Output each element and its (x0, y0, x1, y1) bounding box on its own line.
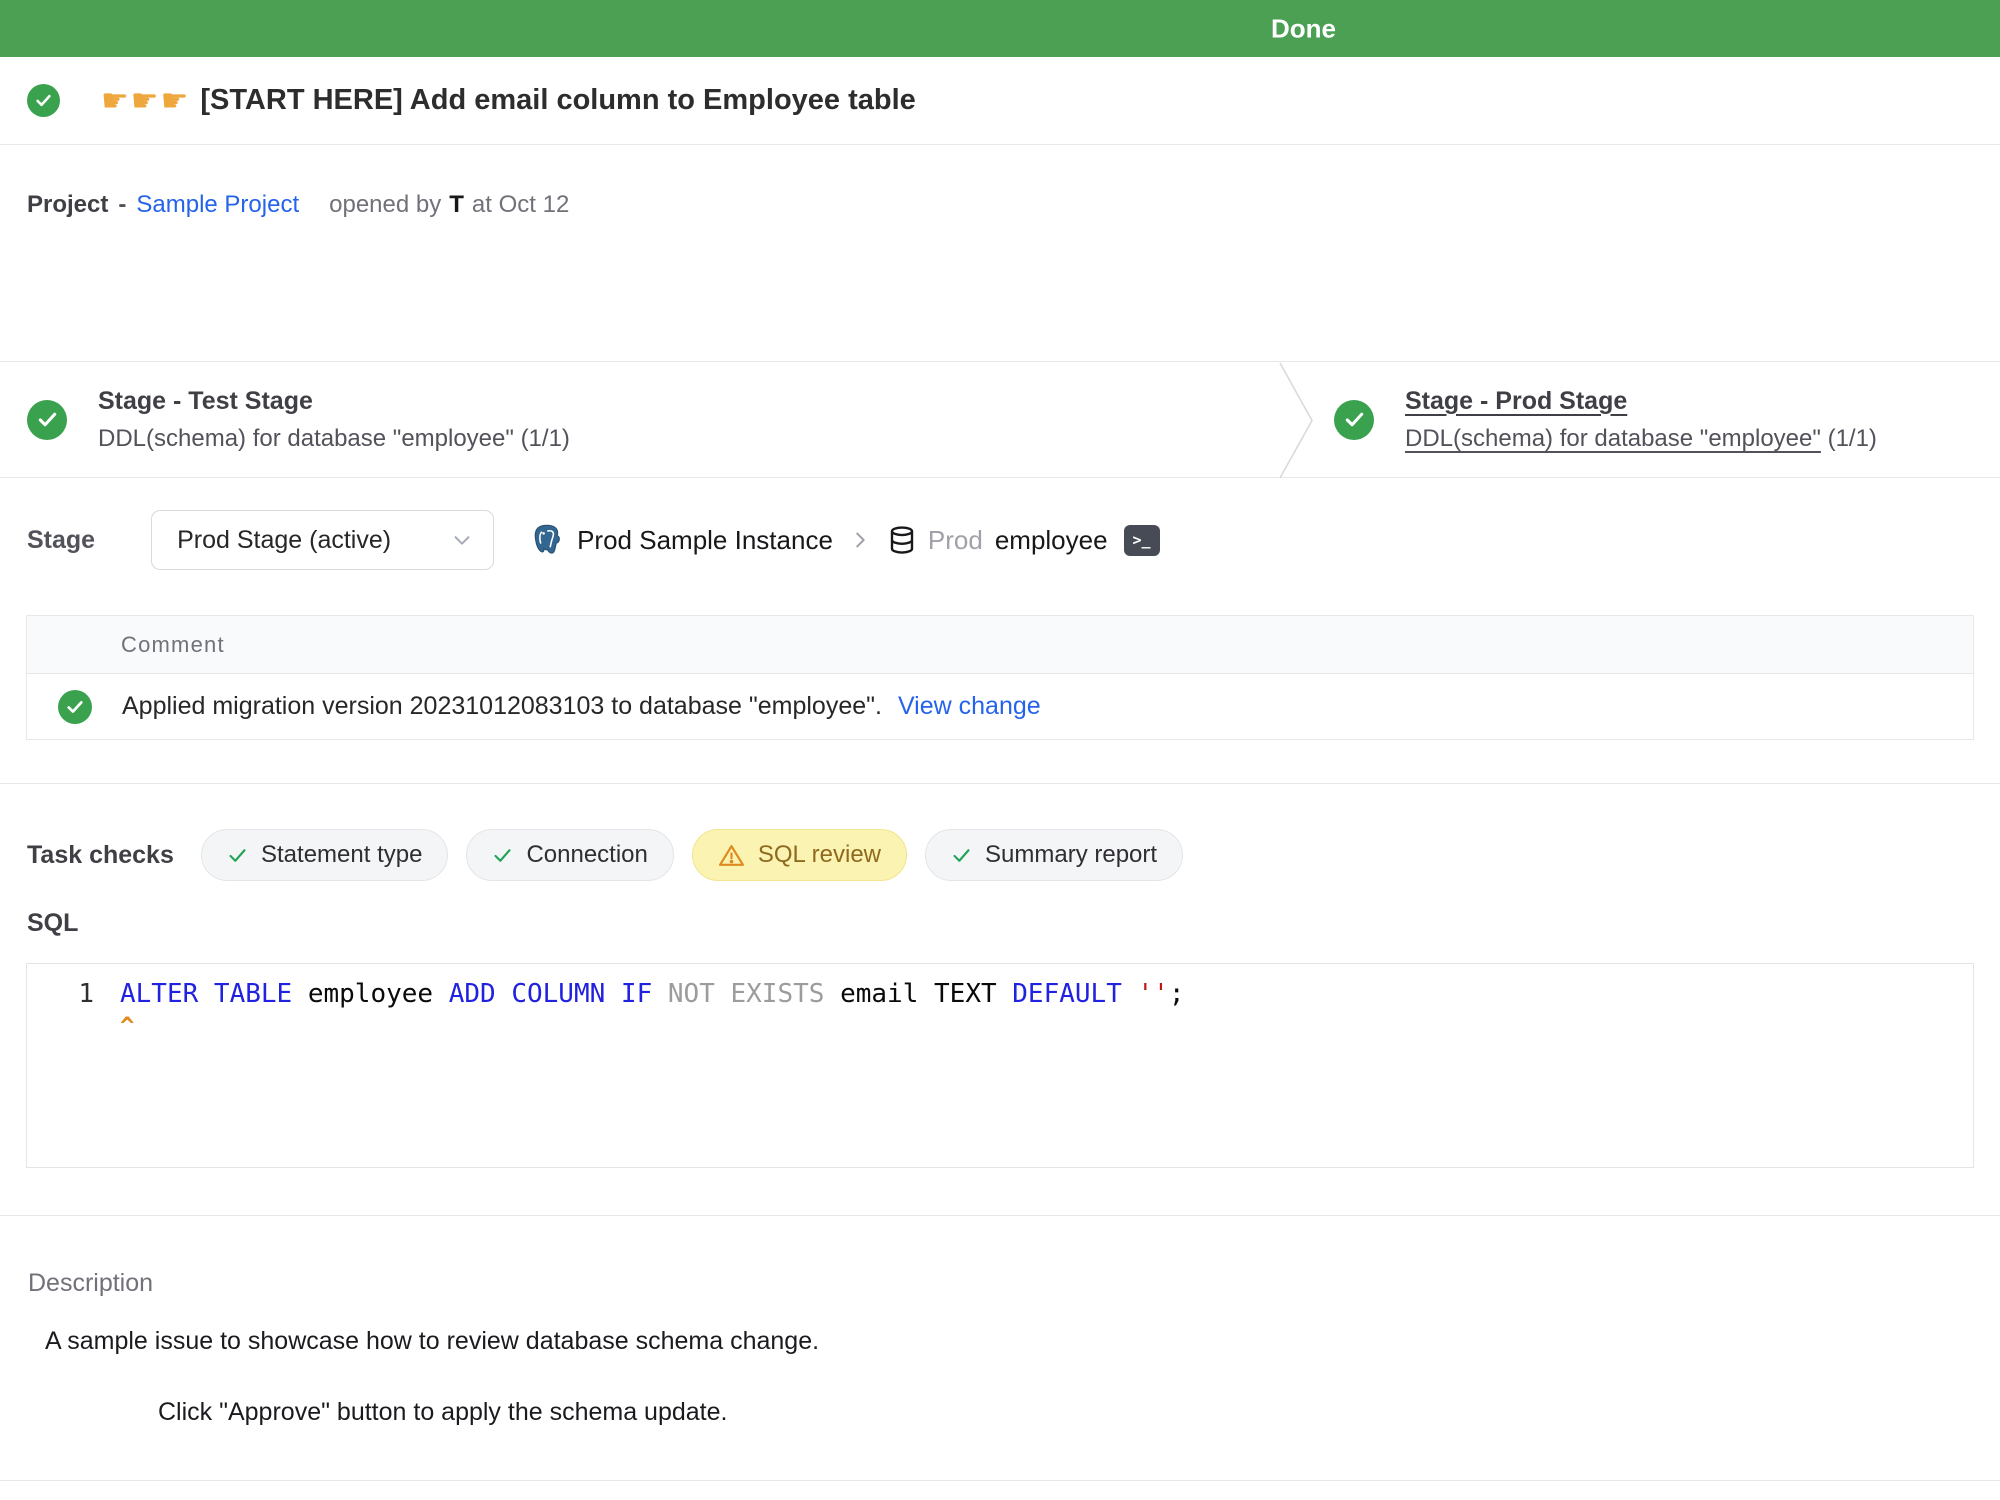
issue-meta-row: Project - Sample Project opened by T at … (27, 191, 569, 219)
check-statement-type[interactable]: Statement type (201, 829, 448, 881)
sql-token: '' (1138, 979, 1169, 1009)
sql-token (652, 979, 668, 1009)
stage-select-value: Prod Stage (active) (177, 526, 451, 555)
line-number: 1 (27, 979, 120, 1009)
chevron-right-icon (849, 529, 871, 551)
stage-test-title: Stage - Test Stage (98, 387, 570, 416)
postgresql-icon (530, 523, 564, 557)
section-divider (0, 1480, 2000, 1481)
stage-select-label: Stage (27, 526, 95, 555)
sql-editor[interactable]: 1 ALTER TABLE employee ADD COLUMN IF NOT… (26, 963, 1974, 1168)
opened-by-label: opened by (329, 191, 441, 219)
task-checks-label: Task checks (27, 841, 201, 870)
issue-header: ☛☛☛ [START HERE] Add email column to Emp… (0, 57, 2000, 145)
check-success-icon (492, 845, 513, 866)
comment-row: Applied migration version 20231012083103… (27, 674, 1973, 740)
view-change-link[interactable]: View change (898, 692, 1041, 721)
stage-prod-done-icon (1334, 400, 1374, 440)
sql-token: email TEXT (824, 979, 1012, 1009)
section-divider (0, 783, 2000, 784)
check-connection[interactable]: Connection (466, 829, 673, 881)
check-label: SQL review (758, 841, 881, 869)
check-summary-report[interactable]: Summary report (925, 829, 1183, 881)
sql-token: employee (292, 979, 449, 1009)
sql-section-label: SQL (27, 909, 78, 938)
stage-prod[interactable]: Stage - Prod Stage DDL(schema) for datab… (1334, 362, 1877, 477)
database-icon (887, 525, 917, 555)
issue-creator: T (449, 191, 464, 219)
stage-prod-title-link[interactable]: Stage - Prod Stage (1405, 387, 1877, 416)
issue-done-icon (27, 84, 60, 117)
description-label: Description (28, 1269, 153, 1298)
database-environment: Prod (928, 525, 983, 556)
stage-selector-row: Stage Prod Stage (active) Prod Sample In… (27, 505, 1160, 575)
sql-code-line: 1 ALTER TABLE employee ADD COLUMN IF NOT… (27, 979, 1184, 1009)
sql-token: DEFAULT (1012, 979, 1122, 1009)
sql-token (1122, 979, 1138, 1009)
section-divider (0, 1215, 2000, 1216)
sql-warning-marker: ^ (120, 1012, 134, 1040)
pointing-finger-emoji: ☛☛☛ (101, 83, 190, 119)
comment-text: Applied migration version 20231012083103… (122, 692, 882, 721)
stage-test-done-icon (27, 400, 67, 440)
stage-test[interactable]: Stage - Test Stage DDL(schema) for datab… (27, 362, 570, 477)
database-name[interactable]: employee (995, 525, 1108, 556)
sql-editor-icon[interactable]: >_ (1124, 525, 1160, 556)
issue-title: [START HERE] Add email column to Employe… (200, 84, 915, 117)
project-label: Project (27, 191, 108, 219)
issue-detail-page: Done ☛☛☛ [START HERE] Add email column t… (0, 0, 2000, 1500)
stage-test-subtitle: DDL(schema) for database "employee" (1/1… (98, 425, 570, 453)
comment-table-header: Comment (27, 616, 1973, 674)
sql-token: ADD COLUMN IF (449, 979, 653, 1009)
instance-name[interactable]: Prod Sample Instance (577, 525, 833, 556)
check-label: Connection (526, 841, 647, 869)
check-success-icon (227, 845, 248, 866)
stage-pipeline: Stage - Test Stage DDL(schema) for datab… (0, 361, 2000, 478)
check-label: Statement type (261, 841, 422, 869)
stage-prod-task-link[interactable]: DDL(schema) for database "employee" (1405, 425, 1821, 452)
opened-at-label: at Oct 12 (472, 191, 569, 219)
sql-token: ALTER TABLE (120, 979, 292, 1009)
description-line: A sample issue to showcase how to review… (45, 1327, 819, 1356)
check-label: Summary report (985, 841, 1157, 869)
stage-prod-task-count: (1/1) (1821, 425, 1877, 452)
sql-token: NOT EXISTS (668, 979, 825, 1009)
chevron-down-icon (451, 529, 473, 551)
check-sql-review[interactable]: SQL review (692, 829, 907, 881)
stage-separator-chevron (1278, 362, 1318, 479)
comment-success-icon (58, 690, 92, 724)
warning-triangle-icon (718, 843, 745, 868)
status-banner: Done (0, 0, 2000, 57)
sql-token: ; (1169, 979, 1185, 1009)
project-dash: - (118, 191, 126, 219)
check-success-icon (951, 845, 972, 866)
stage-select-dropdown[interactable]: Prod Stage (active) (151, 510, 494, 570)
description-line: Click "Approve" button to apply the sche… (158, 1398, 727, 1427)
task-checks-row: Task checks Statement type Connection SQ… (27, 829, 1201, 881)
comment-table: Comment Applied migration version 202310… (26, 615, 1974, 740)
status-banner-label: Done (1271, 13, 1336, 44)
project-link[interactable]: Sample Project (136, 191, 299, 219)
